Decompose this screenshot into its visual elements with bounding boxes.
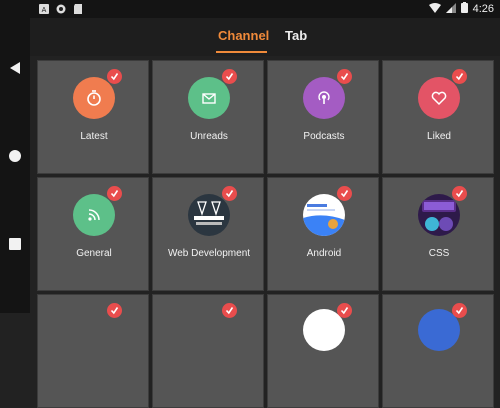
back-icon[interactable] bbox=[5, 58, 25, 78]
checked-icon[interactable] bbox=[107, 69, 122, 84]
tile-label: Web Development bbox=[167, 248, 251, 259]
checked-icon[interactable] bbox=[222, 69, 237, 84]
checked-icon[interactable] bbox=[222, 186, 237, 201]
rss-icon bbox=[73, 194, 115, 236]
recents-icon[interactable] bbox=[5, 234, 25, 254]
channel-tile[interactable] bbox=[152, 294, 264, 408]
front-end-happy-hour-thumbnail bbox=[188, 194, 230, 236]
wifi-icon bbox=[428, 2, 441, 16]
signal-icon bbox=[445, 2, 456, 16]
checked-icon[interactable] bbox=[107, 186, 122, 201]
css-podcast-thumbnail bbox=[418, 194, 460, 236]
tab-tab[interactable]: Tab bbox=[285, 28, 307, 43]
channel-tile-unreads[interactable]: Unreads bbox=[152, 60, 264, 174]
battery-icon bbox=[460, 2, 468, 16]
notification-circle-icon bbox=[55, 3, 66, 14]
checked-icon[interactable] bbox=[452, 186, 467, 201]
checked-icon[interactable] bbox=[337, 303, 352, 318]
tile-label: CSS bbox=[428, 248, 450, 259]
tile-label: Podcasts bbox=[303, 131, 345, 142]
tile-label: Unreads bbox=[190, 131, 228, 142]
stopwatch-icon bbox=[73, 77, 115, 119]
home-icon[interactable] bbox=[5, 146, 25, 166]
active-tab-indicator bbox=[216, 51, 267, 53]
svg-text:A: A bbox=[41, 7, 46, 14]
tile-label: Latest bbox=[80, 131, 108, 142]
checked-icon[interactable] bbox=[452, 303, 467, 318]
channel-tile-web-development[interactable]: Web Development bbox=[152, 177, 264, 291]
checked-icon[interactable] bbox=[452, 69, 467, 84]
channel-tile-liked[interactable]: Liked bbox=[382, 60, 494, 174]
channel-tile-general[interactable]: General bbox=[37, 177, 149, 291]
tile-label: General bbox=[76, 248, 112, 259]
podcast-icon bbox=[303, 77, 345, 119]
tab-channel[interactable]: Channel bbox=[218, 28, 269, 43]
checked-icon[interactable] bbox=[222, 303, 237, 318]
channel-tile[interactable] bbox=[37, 294, 149, 408]
channel-tile-podcasts[interactable]: Podcasts bbox=[267, 60, 379, 174]
tile-label: Android bbox=[306, 248, 342, 259]
heart-icon bbox=[418, 77, 460, 119]
channel-tile-android[interactable]: Android bbox=[267, 177, 379, 291]
channel-tile-css[interactable]: CSS bbox=[382, 177, 494, 291]
checked-icon[interactable] bbox=[107, 303, 122, 318]
clock-time: 4:26 bbox=[472, 3, 494, 15]
status-bar: A 4:26 bbox=[0, 0, 500, 18]
tab-header: Channel Tab bbox=[30, 18, 500, 56]
channel-tile[interactable] bbox=[382, 294, 494, 408]
channel-tile[interactable] bbox=[267, 294, 379, 408]
sd-card-icon bbox=[72, 3, 83, 14]
channel-tile-latest[interactable]: Latest bbox=[37, 60, 149, 174]
checked-icon[interactable] bbox=[337, 186, 352, 201]
android-thumbnail bbox=[303, 194, 345, 236]
tile-label: Liked bbox=[427, 131, 451, 142]
channel-grid: Latest Unreads Podcasts Liked General We… bbox=[37, 60, 497, 408]
checked-icon[interactable] bbox=[337, 69, 352, 84]
envelope-icon bbox=[188, 77, 230, 119]
navigation-bar bbox=[0, 18, 30, 313]
notification-a-icon: A bbox=[38, 3, 49, 14]
